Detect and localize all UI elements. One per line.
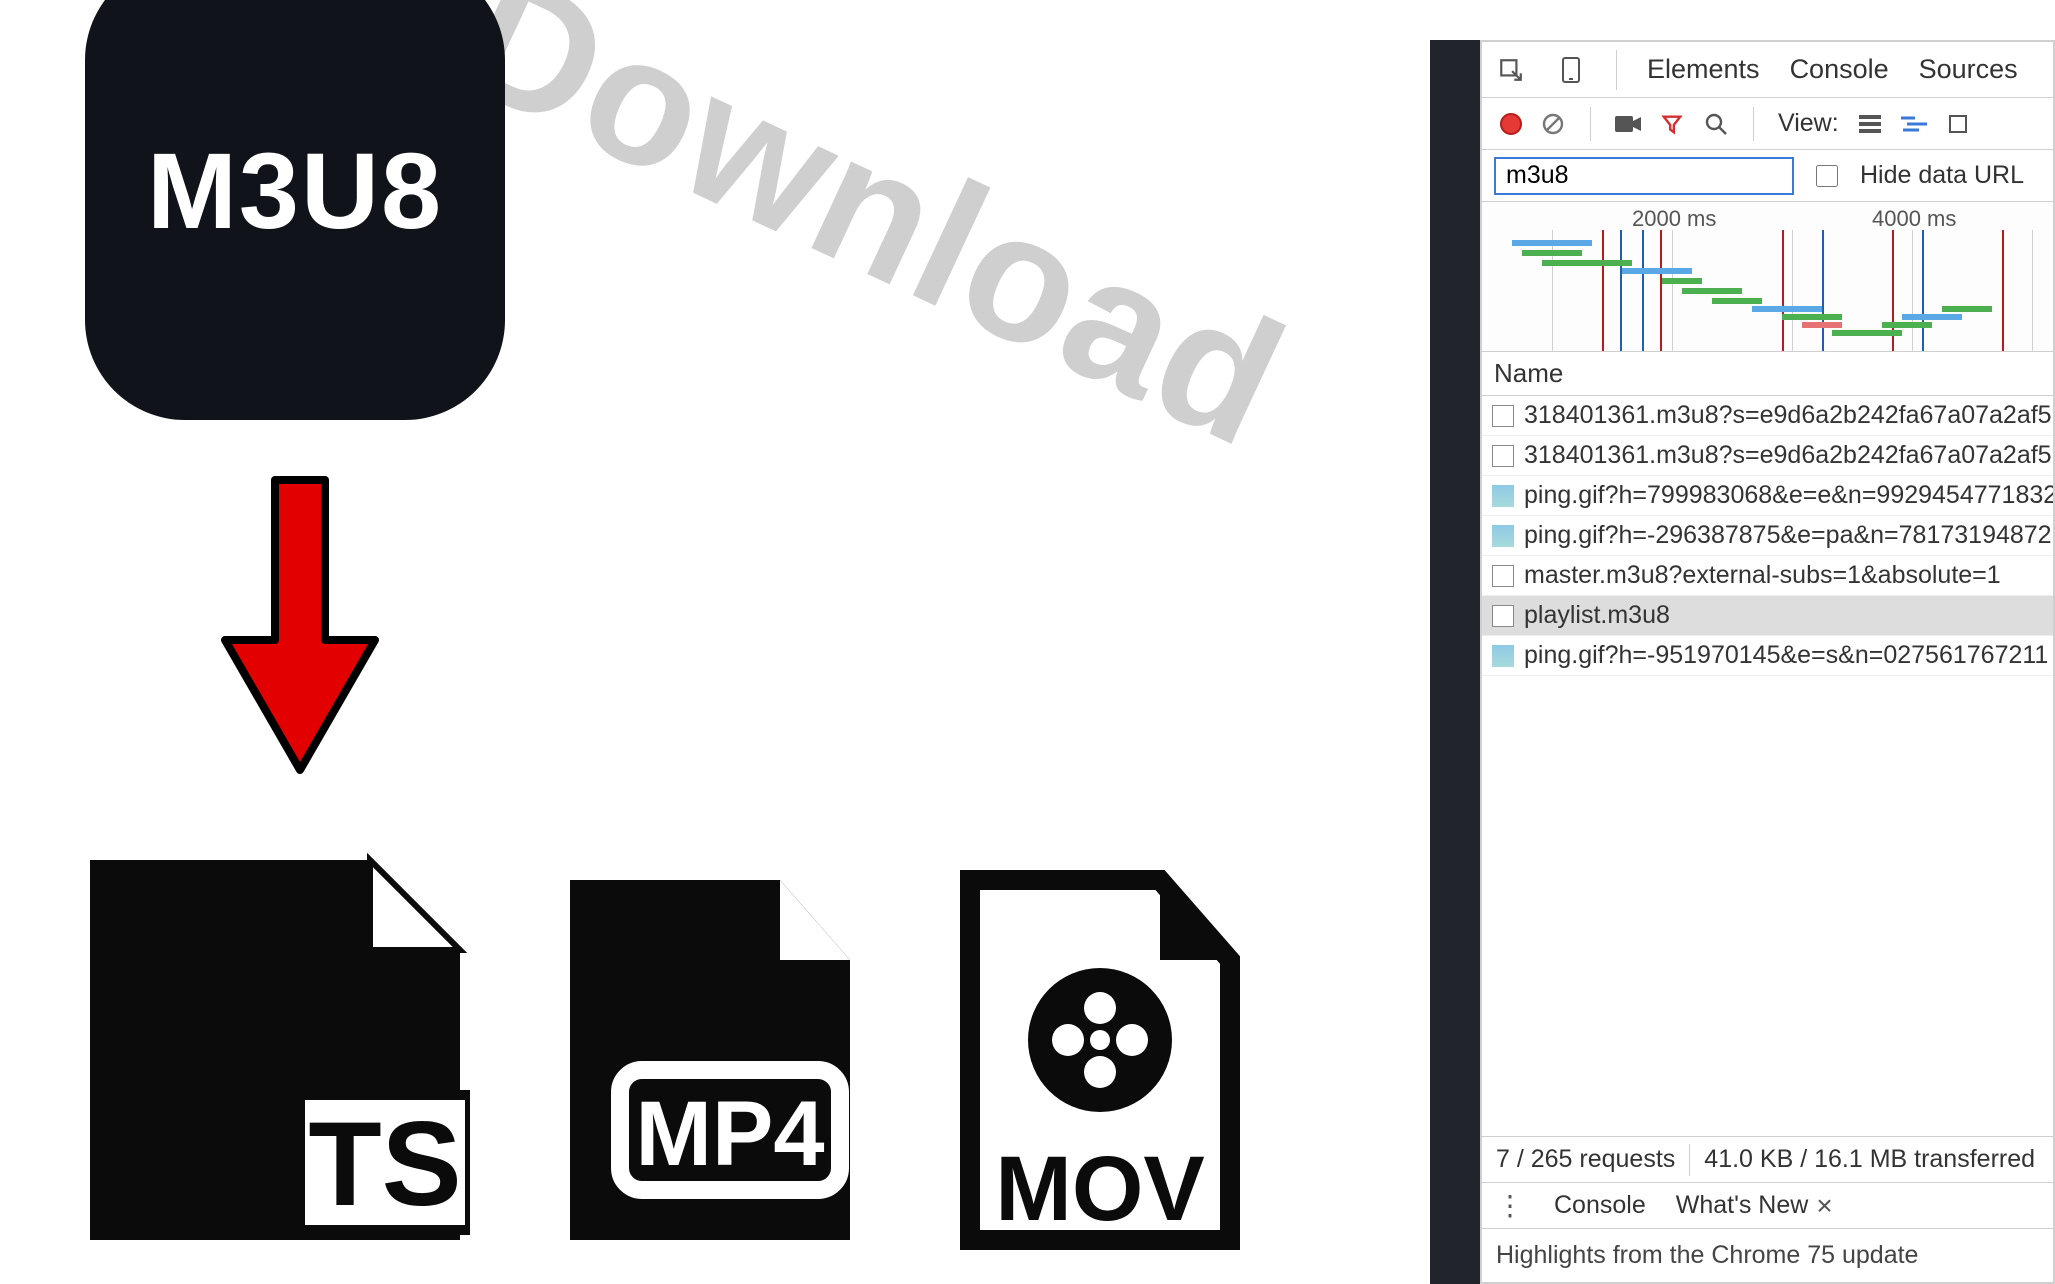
waterfall-view-icon[interactable] xyxy=(1901,111,1927,137)
promo-area: Download M3U8 TS MP4 xyxy=(0,0,1430,1284)
image-icon xyxy=(1492,645,1514,667)
request-row[interactable]: 318401361.m3u8?s=e9d6a2b242fa67a07a2af5 xyxy=(1482,436,2053,476)
file-format-icons: TS MP4 MOV xyxy=(80,850,1250,1250)
tick-label-4000: 4000 ms xyxy=(1872,206,1956,232)
network-toolbar: View: xyxy=(1482,98,2053,150)
group-icon[interactable] xyxy=(1945,111,1971,137)
record-icon[interactable] xyxy=(1500,113,1522,135)
network-column-header[interactable]: Name xyxy=(1482,352,2053,396)
doc-icon xyxy=(1492,605,1514,627)
svg-text:TS: TS xyxy=(308,1097,461,1231)
filter-icon[interactable] xyxy=(1659,111,1685,137)
mp4-file-icon: MP4 xyxy=(550,870,870,1250)
svg-text:MOV: MOV xyxy=(995,1138,1205,1240)
search-icon[interactable] xyxy=(1703,111,1729,137)
m3u8-badge-label: M3U8 xyxy=(147,128,443,253)
request-row[interactable]: ping.gif?h=799983068&e=e&n=9929454771832 xyxy=(1482,476,2053,516)
network-waterfall[interactable]: 2000 ms 4000 ms xyxy=(1482,202,2053,352)
image-icon xyxy=(1492,485,1514,507)
devtools-panel: Elements Console Sources View: xyxy=(1480,40,2055,1284)
clear-icon[interactable] xyxy=(1540,111,1566,137)
request-row[interactable]: master.m3u8?external-subs=1&absolute=1 xyxy=(1482,556,2053,596)
drawer-body: Highlights from the Chrome 75 update xyxy=(1482,1228,2053,1282)
drawer-tab-whatsnew-label: What's New xyxy=(1676,1191,1809,1220)
separator xyxy=(1689,1144,1690,1176)
inspect-element-icon[interactable] xyxy=(1496,55,1526,85)
status-requests: 7 / 265 requests xyxy=(1496,1145,1675,1174)
request-row[interactable]: ping.gif?h=-951970145&e=s&n=027561767211 xyxy=(1482,636,2053,676)
svg-text:MP4: MP4 xyxy=(635,1083,824,1185)
image-icon xyxy=(1492,525,1514,547)
m3u8-badge: M3U8 xyxy=(85,0,505,420)
request-name: ping.gif?h=-951970145&e=s&n=027561767211 xyxy=(1524,641,2048,670)
request-row[interactable]: ping.gif?h=-296387875&e=pa&n=78173194872 xyxy=(1482,516,2053,556)
drawer-tab-whatsnew[interactable]: What's New × xyxy=(1676,1190,1833,1222)
doc-icon xyxy=(1492,445,1514,467)
tab-console[interactable]: Console xyxy=(1790,54,1889,85)
ts-file-icon: TS xyxy=(80,850,470,1250)
tab-sources[interactable]: Sources xyxy=(1919,54,2018,85)
drawer-tab-console[interactable]: Console xyxy=(1554,1191,1646,1220)
request-name: master.m3u8?external-subs=1&absolute=1 xyxy=(1524,561,2001,590)
devtools-tab-bar: Elements Console Sources xyxy=(1482,42,2053,98)
drawer-body-text: Highlights from the Chrome 75 update xyxy=(1496,1241,1918,1270)
tab-elements[interactable]: Elements xyxy=(1647,54,1760,85)
arrow-down-icon xyxy=(220,470,380,780)
tick-label-2000: 2000 ms xyxy=(1632,206,1716,232)
network-request-list: 318401361.m3u8?s=e9d6a2b242fa67a07a2af5 … xyxy=(1482,396,2053,1136)
page-dark-strip xyxy=(1430,40,1480,1284)
network-filter-bar: Hide data URL xyxy=(1482,150,2053,202)
request-name: 318401361.m3u8?s=e9d6a2b242fa67a07a2af5 xyxy=(1524,441,2052,470)
status-transferred: 41.0 KB / 16.1 MB transferred xyxy=(1704,1145,2035,1174)
request-name: 318401361.m3u8?s=e9d6a2b242fa67a07a2af5 xyxy=(1524,401,2052,430)
camera-icon[interactable] xyxy=(1615,111,1641,137)
hide-data-url-checkbox[interactable] xyxy=(1816,165,1838,187)
mov-file-icon: MOV xyxy=(950,870,1250,1250)
view-label: View: xyxy=(1778,109,1839,138)
request-row[interactable]: 318401361.m3u8?s=e9d6a2b242fa67a07a2af5 xyxy=(1482,396,2053,436)
close-icon[interactable]: × xyxy=(1816,1190,1832,1222)
kebab-icon[interactable]: ⋮ xyxy=(1496,1189,1524,1222)
separator xyxy=(1753,107,1754,141)
filter-input[interactable] xyxy=(1494,157,1794,195)
large-rows-icon[interactable] xyxy=(1857,111,1883,137)
device-toolbar-icon[interactable] xyxy=(1556,55,1586,85)
network-status-bar: 7 / 265 requests 41.0 KB / 16.1 MB trans… xyxy=(1482,1136,2053,1182)
request-row[interactable]: playlist.m3u8 xyxy=(1482,596,2053,636)
request-name: ping.gif?h=799983068&e=e&n=9929454771832 xyxy=(1524,481,2053,510)
request-name: playlist.m3u8 xyxy=(1524,601,1670,630)
doc-icon xyxy=(1492,405,1514,427)
download-watermark: Download xyxy=(433,0,1314,488)
request-name: ping.gif?h=-296387875&e=pa&n=78173194872 xyxy=(1524,521,2052,550)
doc-icon xyxy=(1492,565,1514,587)
drawer-tab-bar: ⋮ Console What's New × xyxy=(1482,1182,2053,1228)
separator xyxy=(1590,107,1591,141)
separator xyxy=(1616,50,1617,90)
hide-data-url-label: Hide data URL xyxy=(1860,161,2024,190)
column-name: Name xyxy=(1494,358,1563,389)
